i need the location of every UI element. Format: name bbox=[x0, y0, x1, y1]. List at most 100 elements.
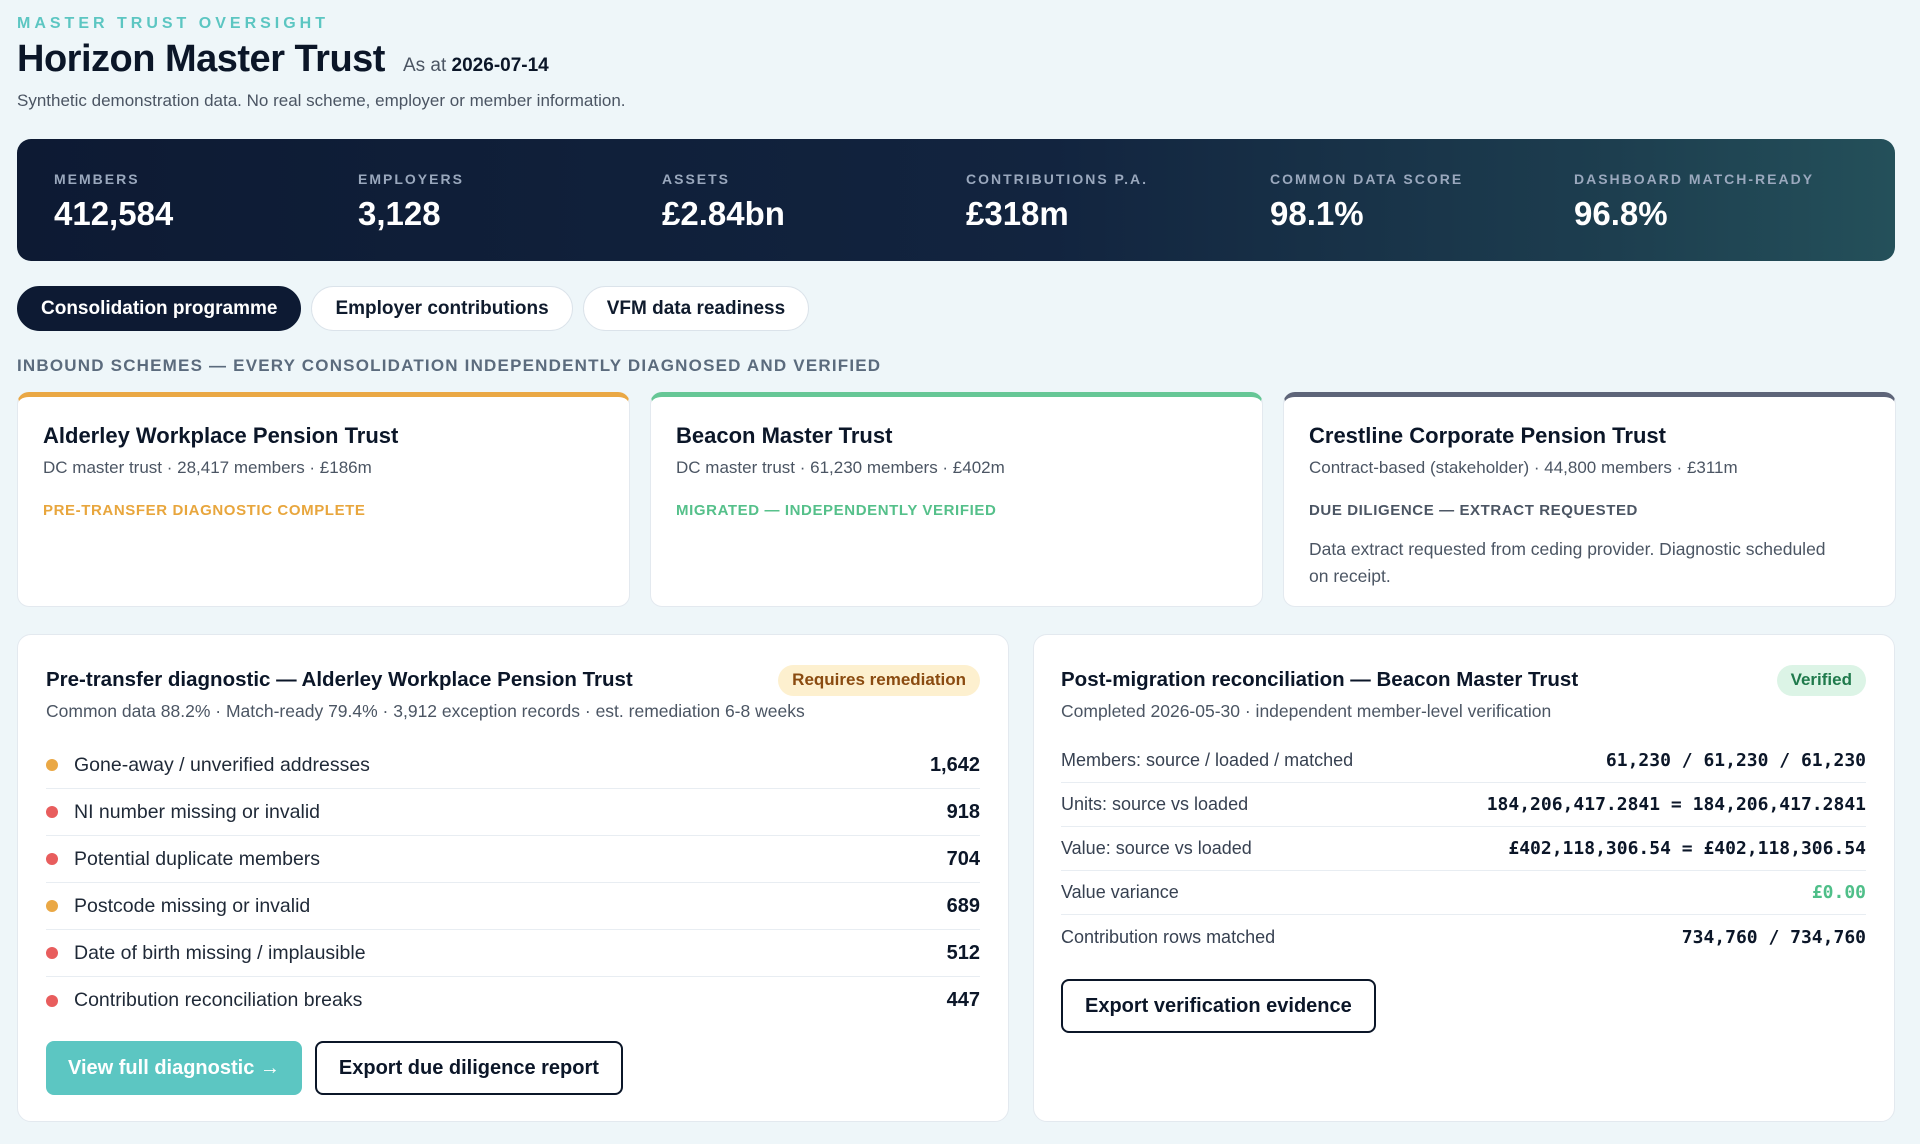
severity-dot-icon bbox=[46, 994, 58, 1007]
list-item-left: NI number missing or invalid bbox=[46, 801, 320, 824]
tab-bar: Consolidation programme Employer contrib… bbox=[17, 286, 810, 331]
tab-consolidation-programme[interactable]: Consolidation programme bbox=[17, 286, 302, 331]
kpi-common-data-score: COMMON DATA SCORE 98.1% bbox=[1270, 139, 1574, 261]
kpi-value: 96.8% bbox=[1574, 195, 1668, 232]
export-verification-evidence-button[interactable]: Export verification evidence bbox=[1061, 979, 1376, 1033]
recon-label: Value variance bbox=[1061, 882, 1179, 902]
recon-value: £402,118,306.54 = £402,118,306.54 bbox=[1508, 838, 1866, 859]
severity-dot-icon bbox=[46, 853, 58, 865]
recon-value: 184,206,417.2841 = 184,206,417.2841 bbox=[1486, 794, 1866, 815]
tab-employer-contributions[interactable]: Employer contributions bbox=[311, 286, 573, 331]
recon-label: Value: source vs loaded bbox=[1061, 838, 1252, 858]
list-item-left: Postcode missing or invalid bbox=[46, 895, 310, 918]
scheme-card-crestline[interactable]: Crestline Corporate Pension Trust Contra… bbox=[1283, 392, 1896, 607]
exception-count: 512 bbox=[946, 941, 980, 964]
kpi-value: 412,584 bbox=[54, 195, 174, 232]
tab-vfm-data-readiness[interactable]: VFM data readiness bbox=[582, 286, 810, 331]
severity-dot-icon bbox=[46, 900, 58, 912]
list-item: Contribution rows matched 734,760 / 734,… bbox=[1061, 915, 1866, 959]
list-item: Date of birth missing / implausible 512 bbox=[46, 930, 980, 977]
list-item: NI number missing or invalid 918 bbox=[46, 789, 980, 836]
scheme-card-alderley[interactable]: Alderley Workplace Pension Trust DC mast… bbox=[17, 392, 630, 607]
as-at-date: As at 2026-07-14 bbox=[403, 55, 549, 77]
scheme-name: Beacon Master Trust bbox=[676, 423, 893, 448]
reconciliation-list: Members: source / loaded / matched 61,23… bbox=[1061, 739, 1866, 959]
list-item: Potential duplicate members 704 bbox=[46, 836, 980, 883]
severity-dot-icon bbox=[46, 759, 58, 771]
kpi-value: £2.84bn bbox=[662, 195, 785, 232]
scheme-status: PRE-TRANSFER DIAGNOSTIC COMPLETE bbox=[43, 502, 366, 519]
exception-label: Contribution reconciliation breaks bbox=[74, 989, 363, 1011]
reconciliation-panel: Post-migration reconciliation — Beacon M… bbox=[1033, 634, 1895, 1122]
panel-header: Pre-transfer diagnostic — Alderley Workp… bbox=[46, 664, 980, 696]
scheme-name: Crestline Corporate Pension Trust bbox=[1309, 423, 1666, 448]
kpi-value: £318m bbox=[966, 195, 1069, 232]
as-at-prefix: As at bbox=[402, 55, 447, 76]
exception-label: Potential duplicate members bbox=[74, 847, 321, 870]
kpi-label: EMPLOYERS bbox=[358, 171, 464, 187]
scheme-note: Data extract requested from ceding provi… bbox=[1309, 539, 1826, 586]
scheme-meta: DC master trust · 61,230 members · £402m bbox=[676, 458, 1005, 477]
exception-count: 447 bbox=[946, 989, 980, 1011]
recon-label: Contribution rows matched bbox=[1061, 926, 1276, 947]
page-title: Horizon Master Trust bbox=[17, 38, 385, 80]
as-at-value: 2026-07-14 bbox=[451, 55, 549, 76]
kpi-value: 3,128 bbox=[358, 195, 441, 232]
scheme-cards: Alderley Workplace Pension Trust DC mast… bbox=[17, 392, 1896, 607]
recon-value: £0.00 bbox=[1811, 882, 1866, 903]
list-item-left: Gone-away / unverified addresses bbox=[46, 754, 370, 777]
scheme-status: MIGRATED — INDEPENDENTLY VERIFIED bbox=[676, 502, 997, 519]
kpi-members: MEMBERS 412,584 bbox=[54, 139, 358, 261]
diagnostic-actions: View full diagnostic → Export due dilige… bbox=[46, 1041, 980, 1095]
list-item: Postcode missing or invalid 689 bbox=[46, 883, 980, 930]
list-item-left: Contribution reconciliation breaks bbox=[46, 989, 362, 1012]
kpi-label: CONTRIBUTIONS P.A. bbox=[966, 171, 1148, 187]
panel-header: Post-migration reconciliation — Beacon M… bbox=[1061, 664, 1866, 696]
kpi-value: 98.1% bbox=[1270, 195, 1364, 232]
scheme-status: DUE DILIGENCE — EXTRACT REQUESTED bbox=[1309, 502, 1638, 519]
exception-count: 689 bbox=[946, 894, 980, 917]
panel-title: Post-migration reconciliation — Beacon M… bbox=[1061, 668, 1579, 691]
list-item-left: Date of birth missing / implausible bbox=[46, 942, 366, 965]
exception-list: Gone-away / unverified addresses 1,642 N… bbox=[46, 742, 980, 1024]
kpi-label: COMMON DATA SCORE bbox=[1270, 171, 1464, 187]
kpi-contributions: CONTRIBUTIONS P.A. £318m bbox=[966, 139, 1270, 261]
kpi-label: MEMBERS bbox=[54, 171, 140, 187]
reconciliation-actions: Export verification evidence bbox=[1061, 979, 1866, 1033]
exception-count: 704 bbox=[946, 847, 980, 870]
kpi-employers: EMPLOYERS 3,128 bbox=[358, 139, 662, 261]
list-item: Gone-away / unverified addresses 1,642 bbox=[46, 742, 980, 789]
status-badge: Requires remediation bbox=[778, 664, 980, 696]
export-due-diligence-button[interactable]: Export due diligence report bbox=[314, 1041, 623, 1095]
exception-label: Date of birth missing / implausible bbox=[74, 941, 366, 964]
view-full-diagnostic-button[interactable]: View full diagnostic → bbox=[46, 1041, 302, 1095]
kpi-label: ASSETS bbox=[662, 171, 731, 187]
recon-value: 61,230 / 61,230 / 61,230 bbox=[1605, 750, 1866, 771]
section-heading: INBOUND SCHEMES — EVERY CONSOLIDATION IN… bbox=[17, 356, 882, 375]
list-item: Units: source vs loaded 184,206,417.2841… bbox=[1061, 783, 1866, 827]
panel-title: Pre-transfer diagnostic — Alderley Workp… bbox=[46, 668, 633, 691]
recon-value: 734,760 / 734,760 bbox=[1681, 926, 1866, 948]
exception-label: Gone-away / unverified addresses bbox=[74, 753, 370, 776]
exception-count: 918 bbox=[946, 800, 980, 823]
kpi-banner: MEMBERS 412,584 EMPLOYERS 3,128 ASSETS £… bbox=[17, 139, 1895, 261]
page-subtitle: Synthetic demonstration data. No real sc… bbox=[17, 91, 626, 110]
status-badge: Verified bbox=[1776, 664, 1866, 696]
panel-subtitle: Completed 2026-05-30 · independent membe… bbox=[1061, 701, 1552, 721]
kpi-assets: ASSETS £2.84bn bbox=[662, 139, 966, 261]
recon-label: Units: source vs loaded bbox=[1061, 794, 1249, 814]
exception-label: NI number missing or invalid bbox=[74, 800, 321, 823]
severity-dot-icon bbox=[46, 947, 58, 959]
scheme-card-beacon[interactable]: Beacon Master Trust DC master trust · 61… bbox=[650, 392, 1263, 607]
exception-count: 1,642 bbox=[929, 753, 980, 776]
title-row: Horizon Master Trust As at 2026-07-14 bbox=[17, 38, 549, 81]
severity-dot-icon bbox=[46, 806, 58, 818]
list-item-left: Potential duplicate members bbox=[46, 848, 320, 871]
list-item: Value variance £0.00 bbox=[1061, 871, 1866, 915]
kpi-dashboard-match-ready: DASHBOARD MATCH-READY 96.8% bbox=[1574, 139, 1878, 261]
exception-label: Postcode missing or invalid bbox=[74, 894, 311, 917]
scheme-meta: Contract-based (stakeholder) · 44,800 me… bbox=[1309, 458, 1738, 477]
panel-subtitle: Common data 88.2% · Match-ready 79.4% · … bbox=[46, 701, 805, 721]
page-eyebrow: MASTER TRUST OVERSIGHT bbox=[17, 15, 330, 32]
diagnostic-panel: Pre-transfer diagnostic — Alderley Workp… bbox=[17, 634, 1009, 1122]
